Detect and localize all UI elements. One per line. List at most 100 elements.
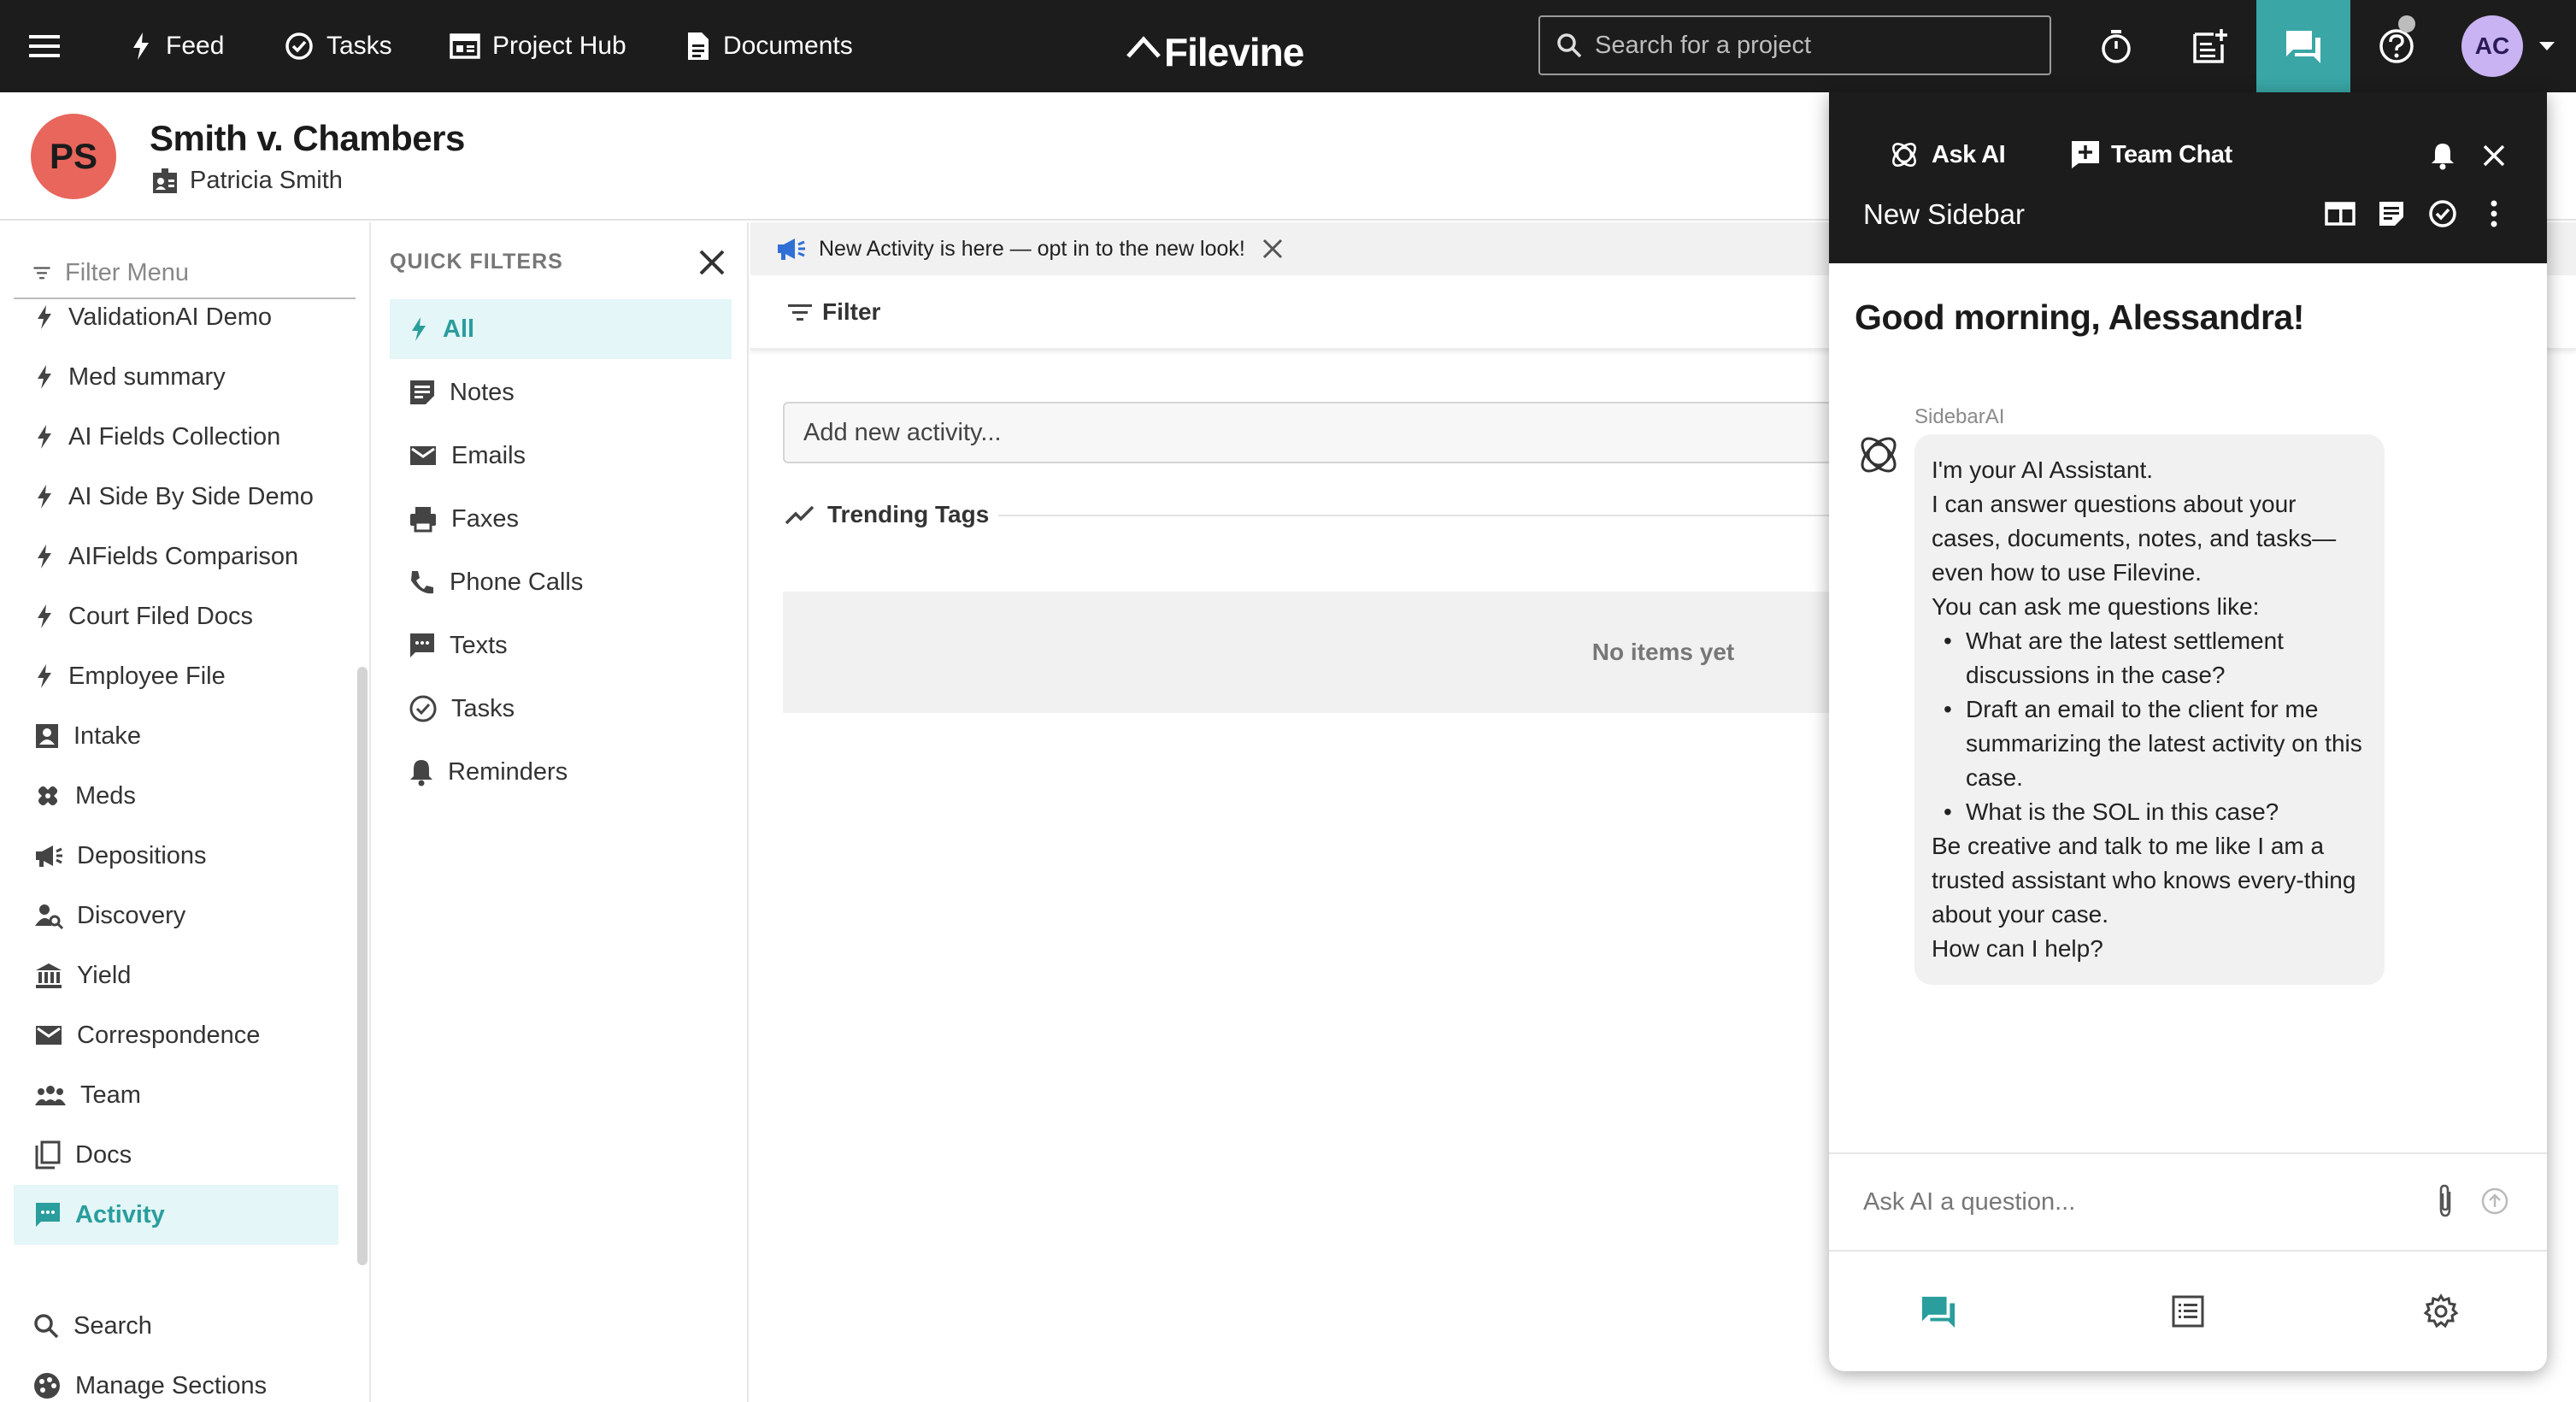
ask-ai-bar [1829,1152,2547,1252]
sidebar-item-activity[interactable]: Activity [14,1185,338,1245]
sidebar-item-intake[interactable]: Intake [14,706,338,766]
ask-ai-input[interactable] [1863,1187,2427,1216]
paperclip-icon[interactable] [2434,1183,2456,1219]
nav-project-hub[interactable]: Project Hub [450,24,626,68]
trending-tags-heading: Trending Tags [785,496,989,533]
nav-tasks[interactable]: Tasks [284,24,392,68]
nav-documents[interactable]: Documents [685,24,853,68]
sidebar-item-correspondence[interactable]: Correspondence [14,1005,338,1065]
quick-filters-close-button[interactable] [691,241,733,284]
quick-filter-faxes[interactable]: Faxes [390,489,732,549]
envelope-icon [36,1026,62,1045]
sidebar-search[interactable]: Search [14,1296,338,1356]
sidebar-close-button[interactable] [2473,135,2514,176]
activity-filter-button[interactable]: Filter [786,298,880,326]
chat-bubbles-icon [2286,31,2320,63]
bandage-icon [38,786,58,806]
nav-tasks-label: Tasks [326,32,392,60]
filter-menu-input[interactable] [65,258,356,287]
quick-filter-reminders[interactable]: Reminders [390,742,732,802]
sidebar-item-depositions[interactable]: Depositions [14,826,338,886]
sidebar-settings-tab[interactable] [2415,1286,2467,1337]
lightning-icon [38,604,51,628]
sidebar-item-team[interactable]: Team [14,1065,338,1125]
send-arrow-icon[interactable] [2480,1187,2509,1216]
filevine-logo[interactable]: Filevine [1125,15,1304,75]
message-line: You can ask me questions like: [1932,593,2260,620]
project-search[interactable] [1538,15,2051,75]
quick-filter-notes[interactable]: Notes [390,362,732,422]
text-message-icon [410,633,434,657]
trending-tags-label: Trending Tags [827,501,990,527]
hamburger-menu-icon[interactable] [24,26,65,67]
sidebar-manage-sections[interactable]: Manage Sections [14,1356,338,1402]
quick-filter-all[interactable]: All [390,299,732,359]
check-circle-icon [2429,200,2456,227]
envelope-icon [410,446,436,465]
quick-filter-label: Reminders [448,757,568,786]
sidebar-layout-button[interactable] [2320,193,2361,234]
example-question: What is the SOL in this case? [1932,795,2367,829]
filter-label: Filter [822,297,881,325]
ai-sender-name: SidebarAI [1914,405,2005,428]
sidebar-chat-tab[interactable] [1913,1286,1964,1337]
banner-close-icon[interactable] [1261,237,1285,261]
layout-icon [2325,202,2355,226]
sidebar-item-docs[interactable]: Docs [14,1125,338,1185]
phone-icon [411,571,433,594]
sidebar-item-yield[interactable]: Yield [14,945,338,1005]
project-client[interactable]: Patricia Smith [150,166,343,195]
sidebar-item-label: ValidationAI Demo [68,303,273,331]
quick-filters-title: QUICK FILTERS [390,250,563,274]
add-activity-input[interactable] [803,418,1872,447]
megaphone-icon [778,239,805,260]
add-activity-box[interactable] [783,402,1894,463]
sidebar-title: New Sidebar [1863,198,2025,230]
sidebar-notifications-button[interactable] [2422,135,2463,176]
quick-filter-emails[interactable]: Emails [390,426,732,486]
sidebar-item-meds[interactable]: Meds [14,766,338,826]
sidebar-note-button[interactable] [2371,193,2412,234]
menu-scrollbar[interactable] [357,667,368,1265]
message-line: Be creative and talk to me like I am a t… [1932,833,2356,928]
sidebar-item-court-filed-docs[interactable]: Court Filed Docs [14,586,338,646]
logo-text: Filevine [1164,30,1304,74]
project-search-input[interactable] [1595,31,2039,60]
quick-filter-texts[interactable]: Texts [390,616,732,675]
sidebar-item-validationai-demo[interactable]: ValidationAI Demo [14,287,338,347]
banner-text[interactable]: New Activity is here — opt in to the new… [819,237,1245,262]
sidebar-item-discovery[interactable]: Discovery [14,886,338,945]
note-icon [410,380,434,404]
sidebar-list-tab[interactable] [2162,1286,2214,1337]
sidebar-item-ai-fields-collection[interactable]: AI Fields Collection [14,407,338,467]
lightning-icon [412,317,426,341]
tab-team-chat[interactable]: Team Chat [2070,133,2232,176]
sidebar-item-aifields-comparison[interactable]: AIFields Comparison [14,527,338,586]
sidebar-item-employee-file[interactable]: Employee File [14,646,338,706]
project-avatar: PS [31,114,116,199]
nav-feed[interactable]: Feed [128,24,224,68]
sidebar-task-button[interactable] [2422,193,2463,234]
add-note-button[interactable] [2183,19,2238,74]
help-button[interactable] [2369,19,2424,74]
quick-filter-tasks[interactable]: Tasks [390,679,732,739]
contact-card-icon [36,724,58,748]
sidebar-more-button[interactable] [2473,193,2514,234]
search-icon [34,1314,59,1339]
filter-icon [33,267,50,280]
user-menu-dropdown[interactable] [2530,19,2564,74]
tab-ask-ai[interactable]: Ask AI [1887,133,2006,176]
chat-sidebar-toggle[interactable] [2256,0,2350,92]
quick-filter-phone-calls[interactable]: Phone Calls [390,552,732,612]
sidebar-item-med-summary[interactable]: Med summary [14,347,338,407]
sidebar-search-label: Search [74,1311,152,1340]
user-avatar[interactable]: AC [2461,15,2523,77]
lightning-icon [38,365,51,389]
people-icon [35,1086,66,1105]
top-navigation-bar: Feed Tasks Project Hub Documents Filevin… [0,0,2576,92]
timer-button[interactable] [2089,19,2144,74]
sidebar-manage-sections-label: Manage Sections [75,1371,268,1399]
project-initials: PS [49,136,98,176]
sidebar-header: Ask AI Team Chat New Sidebar [1829,92,2547,263]
sidebar-item-ai-side-by-side-demo[interactable]: AI Side By Side Demo [14,467,338,527]
